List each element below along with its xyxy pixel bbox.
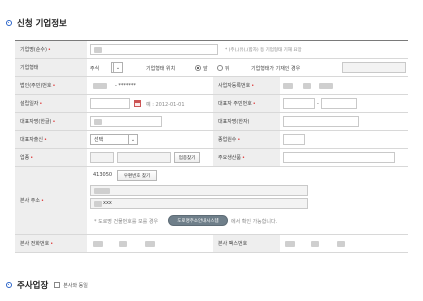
label-company-type: 기업형태 [15, 59, 87, 76]
section-bullet-icon [6, 20, 12, 26]
label-ceo-name-kr: 대표자명(한글) • [15, 113, 87, 130]
row-company-type: 기업형태 주식 ⌄ 기업형태 위치 앞 뒤 기업형태가 기재인 경우 [15, 59, 408, 77]
row-corp-number: 법인(주민)번호 • - ******* 사업자등록번호 • [15, 77, 408, 95]
radio-back-label: 뒤 [225, 66, 230, 72]
label-est-date: 설립일자 • [15, 95, 87, 112]
ceo-rrn-first-input[interactable] [283, 98, 315, 109]
company-name-hint: * (주),(유),(합자) 등 기업형태 기재 요망 [225, 48, 302, 53]
company-type-extra-input[interactable] [342, 62, 406, 73]
section-title-company-info: 신청 기업정보 [6, 17, 67, 29]
radio-front-label: 앞 [203, 66, 208, 72]
company-type-select[interactable]: ⌄ [111, 62, 123, 73]
address-line2-input[interactable]: xxx [90, 198, 308, 209]
chevron-down-icon: ⌄ [128, 135, 137, 144]
row-company-name: 기업명(순수) • * (주),(유),(합자) 등 기업형태 기재 요망 [15, 41, 408, 59]
address-line2-text: xxx [103, 200, 112, 206]
radio-back[interactable] [217, 65, 223, 71]
company-info-form: 기업명(순수) • * (주),(유),(합자) 등 기업형태 기재 요망 기업형… [15, 40, 408, 253]
label-employees: 종업원수 • [213, 131, 280, 148]
row-ceo-origin: 대표자출신 • 선택 ⌄ 종업원수 • [15, 131, 408, 149]
ceo-name-kr-input[interactable] [90, 116, 162, 127]
row-ceo-name: 대표자명(한글) • 대표자명(한자) [15, 113, 408, 131]
section-title-text: 주사업장 [17, 281, 49, 291]
est-date-hint: 예 : 2012-01-01 [146, 102, 185, 108]
industry-name-input[interactable] [117, 152, 171, 163]
corp-number-masked: - ******* [115, 83, 136, 89]
chevron-down-icon: ⌄ [113, 63, 122, 72]
label-ceo-origin: 대표자출신 • [15, 131, 87, 148]
company-type-prefix: 주식 [90, 66, 100, 72]
road-address-note2: 에서 확인 가능합니다. [231, 219, 278, 225]
same-as-hq-checkbox[interactable] [54, 282, 61, 288]
industry-search-button[interactable]: 업종찾기 [174, 152, 200, 163]
row-est-date: 설립일자 • 예 : 2012-01-01 대표자 주민번호 • - [15, 95, 408, 113]
radio-front[interactable] [195, 65, 201, 71]
label-ceo-rrn: 대표자 주민번호 • [213, 95, 280, 112]
employees-input[interactable] [283, 134, 305, 145]
ceo-rrn-dash: - [317, 101, 319, 107]
label-hq-phone: 본사 전화번호 • [15, 235, 87, 252]
ceo-rrn-second-input[interactable] [321, 98, 357, 109]
ceo-origin-select[interactable]: 선택 ⌄ [90, 134, 138, 145]
section-title-main-site: 주사업장 본사와 동일 [6, 279, 88, 291]
section-title-text: 신청 기업정보 [17, 19, 67, 29]
products-input[interactable] [283, 152, 395, 163]
row-hq-phone: 본사 전화번호 • 본사 팩스번호 [15, 235, 408, 253]
company-type-position-hint: 기업형태가 기재인 경우 [251, 66, 301, 72]
est-date-input[interactable] [90, 98, 130, 109]
label-ceo-name-cn: 대표자명(한자) [213, 113, 280, 130]
calendar-icon[interactable] [134, 100, 141, 107]
label-hq-address: 본사 주소 • [15, 167, 87, 234]
label-corp-number: 법인(주민)번호 • [15, 77, 87, 94]
label-hq-fax: 본사 팩스번호 [213, 235, 280, 252]
ceo-origin-select-value: 선택 [94, 137, 104, 143]
industry-code-input[interactable] [90, 152, 114, 163]
zip-code-value: 413050 [93, 172, 113, 178]
row-hq-address: 본사 주소 • 413050 우편번호 찾기 xxx * 도로명 건물번호를 모를… [15, 167, 408, 235]
zip-search-button[interactable]: 우편번호 찾기 [117, 170, 157, 181]
road-address-note: * 도로명 건물번호를 모를 경우 [94, 219, 159, 225]
company-type-position-label: 기업형태 위치 [146, 66, 176, 72]
label-biz-number: 사업자등록번호 • [213, 77, 280, 94]
address-line1-input[interactable] [90, 185, 308, 196]
label-company-name: 기업명(순수) • [15, 41, 87, 58]
ceo-name-cn-input[interactable] [283, 116, 359, 127]
same-as-hq-label: 본사와 동일 [63, 282, 88, 289]
section-bullet-icon [6, 282, 12, 288]
row-industry: 업종 • 업종찾기 주요생산품 • [15, 149, 408, 167]
company-name-input[interactable] [90, 44, 218, 55]
label-products: 주요생산품 • [213, 149, 280, 166]
label-industry: 업종 • [15, 149, 87, 166]
road-address-system-button[interactable]: 도로명주소안내시스템 [168, 215, 228, 226]
